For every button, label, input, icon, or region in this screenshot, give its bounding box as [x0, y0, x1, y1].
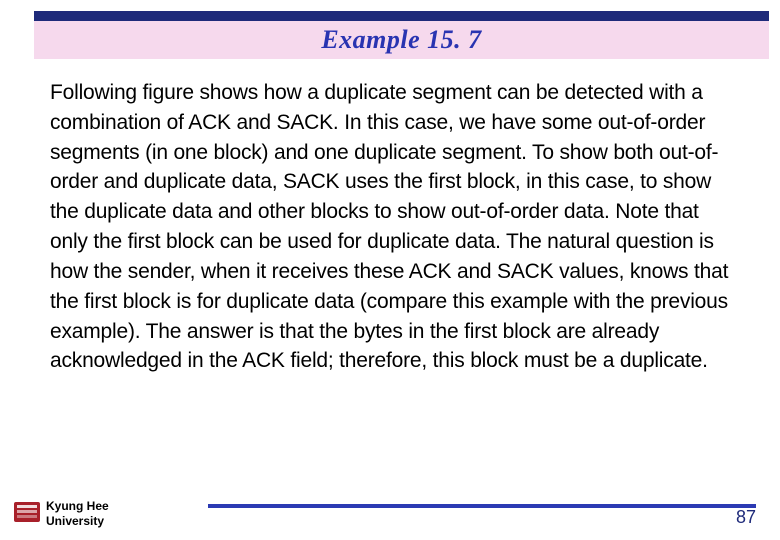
university-name-line2: University	[46, 514, 109, 528]
university-crest-icon	[12, 498, 42, 526]
footer-rule	[208, 504, 756, 508]
slide: Example 15. 7 Following figure shows how…	[0, 0, 780, 540]
university-name-line1: Kyung Hee	[46, 499, 109, 513]
title-band: Example 15. 7	[34, 21, 769, 59]
footer: Kyung Hee University 87	[0, 492, 780, 530]
page-number: 87	[736, 507, 756, 528]
university-name: Kyung Hee University	[46, 499, 109, 528]
body-paragraph: Following figure shows how a duplicate s…	[50, 78, 742, 376]
slide-title: Example 15. 7	[321, 25, 481, 55]
top-accent-bar	[34, 11, 769, 21]
